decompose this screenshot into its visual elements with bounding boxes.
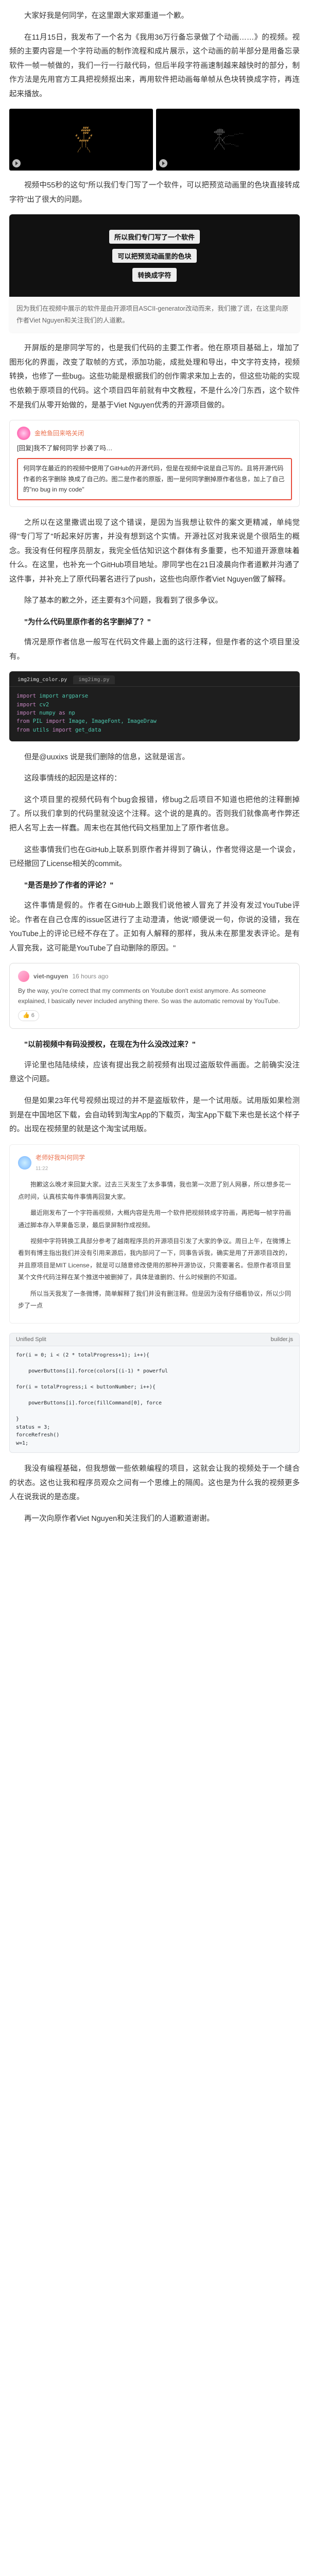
weibo-quote-card: 金枪鱼回来咯关闭 [回复]我不了解何同学 抄袭了吗… 何同学在最近的的视频中使用… — [9, 420, 300, 506]
para-7: 但是@uuxixs 说是我们删除的信息，这就是谣言。 — [9, 751, 300, 765]
para-6: 情况是原作者信息一般写在代码文件最上面的这行注释，但是作者的这个项目里没有。 — [9, 636, 300, 664]
ascii-art-2: .oOOo. oOOOOOo __ 'ooo' ___---' | .-' /|… — [212, 129, 243, 150]
reaction-pill[interactable]: 👍 6 — [18, 1010, 39, 1022]
long-post-p4: 所以当天我发了一条微博，简单解释了我们并没有删注释。但是因为没有仔细看协议，所以… — [18, 1288, 291, 1312]
code-editor-screenshot: img2img_color.py img2img.py import impor… — [9, 671, 300, 741]
diff-code-card: Unified Split builder.js for(i = 0; i < … — [9, 1333, 300, 1453]
para-12: 评论里也陆陆续续，应该有提出我之前视频有出现过盗版软件画面。之前确实没注意这个问… — [9, 1059, 300, 1087]
avatar — [18, 1156, 31, 1170]
para-10: 这些事情我们也在GitHub上联系到原作者并得到了确认，作者觉得这是一个误会，已… — [9, 843, 300, 872]
editor-tab[interactable]: img2img.py — [73, 675, 114, 684]
para-5: 除了基本的歉之外，还主要有3个问题，我看到了很多争议。 — [9, 594, 300, 608]
video-frame-1[interactable]: ### ##### ### # | # # | # ##### | | | | … — [9, 109, 153, 171]
highlighted-quote: 何同学在最近的的视频中使用了GitHub的开源代码，但是在视频中说是自己写的。且… — [17, 458, 292, 500]
para-9: 这个项目里的视频代码有个bug会报错，修bug之后项目不知道也把他的注释删掉了。… — [9, 793, 300, 836]
question-2: "是否是抄了作者的评论？" — [9, 879, 300, 893]
weibo-timestamp: 11:22 — [36, 1164, 85, 1174]
long-post-p3: 视频中字符转换工具部分参考了越南程序员的开源项目引发了大家的争议。周日上午，在微… — [18, 1235, 291, 1284]
para-13: 但是如果23年代号视频出现过的并不是盗版软件，是一个试用版。试用版如果检测到是在… — [9, 1094, 300, 1137]
para-2: 在11月15日，我发布了一个名为《我用36万行备忘录做了个动画……》的视频。视频… — [9, 31, 300, 102]
github-comment-body: By the way, you're correct that my comme… — [18, 986, 291, 1006]
subtitle-card-text: 因为我们在视频中展示的软件是由开源项目ASCII-generator改动而来，我… — [9, 297, 300, 332]
diff-filename: builder.js — [271, 1336, 293, 1343]
weibo-username[interactable]: 金枪鱼回来咯关闭 — [35, 428, 84, 438]
ascii-art-1: ### ##### ### # | # # | # ##### | | | | … — [70, 127, 92, 152]
subtitle-card: 所以我们专门写了一个软件 可以把预览动画里的色块 转换成字符 因为我们在视频中展… — [9, 214, 300, 332]
code-block-1: import import argparse import cv2 import… — [9, 687, 300, 741]
github-comment: viet-nguyen 16 hours ago By the way, you… — [9, 963, 300, 1029]
subtitle-bar-1: 所以我们专门写了一个软件 — [109, 230, 200, 244]
long-post-p1: 抱歉这么晚才来回复大家。过去三天发生了太多事情，我也第一次愿了别人网暴，所以想多… — [18, 1179, 291, 1203]
github-username[interactable]: viet-nguyen — [33, 972, 68, 981]
question-1: "为什么代码里原作者的名字删掉了？" — [9, 616, 300, 630]
diff-view-mode[interactable]: Unified Split — [16, 1336, 46, 1343]
avatar — [17, 427, 30, 440]
para-15: 再一次向原作者Viet Nguyen和关注我们的人道歉道谢谢。 — [9, 1512, 300, 1527]
avatar — [18, 971, 29, 982]
video-thumbnails: ### ##### ### # | # # | # ##### | | | | … — [9, 109, 300, 171]
question-3: "以前视频中有码没授权，在现在为什么没改过来？" — [9, 1038, 300, 1053]
github-timestamp: 16 hours ago — [72, 972, 108, 981]
para-11: 这件事情是假的。作者在GitHub上跟我们说他被人冒充了并没有发过YouTube… — [9, 899, 300, 956]
subtitle-bar-2: 可以把预览动画里的色块 — [112, 249, 196, 263]
editor-tab-active[interactable]: img2img_color.py — [12, 675, 72, 684]
para-8: 这段事情线的起因是这样的： — [9, 772, 300, 786]
long-post-p2: 最近刚发布了一个字符画视频，大概内容是先用一个软件把视频转成字符画，再把每一帧字… — [18, 1207, 291, 1231]
weibo-long-post: 老师好我叫何同学 11:22 抱歉这么晚才来回复大家。过去三天发生了太多事情，我… — [9, 1144, 300, 1324]
code-block-2: for(i = 0; i < (2 * totalProgress+1); i+… — [10, 1346, 299, 1452]
video-frame-2[interactable]: .oOOo. oOOOOOo __ 'ooo' ___---' | .-' /|… — [156, 109, 300, 171]
para-intro: 大家好我是何同学，在这里跟大家郑重道一个歉。 — [9, 9, 300, 24]
weibo-username[interactable]: 老师好我叫何同学 — [36, 1152, 85, 1164]
subtitle-bar-3: 转换成字符 — [132, 268, 176, 282]
para-14: 我没有编程基础，但我想做一些依赖编程的项目，这就会让我的视频处于一个缝合的状态。… — [9, 1462, 300, 1505]
para-4: 之所以在这里撒谎出现了这个错误，是因为当我想让软件的案文更精减，单纯觉得"专门写… — [9, 516, 300, 587]
weibo-text: [回复]我不了解何同学 抄袭了吗… — [17, 443, 292, 454]
video-caption-1: 视频中55秒的这句"所以我们专门写了一个软件，可以把预览动画里的色块直接转成字符… — [9, 179, 300, 207]
para-3: 开屏版的是廖同学写的，也是我们代码的主要工作者。他在原项目基础上，增加了图形化的… — [9, 342, 300, 413]
